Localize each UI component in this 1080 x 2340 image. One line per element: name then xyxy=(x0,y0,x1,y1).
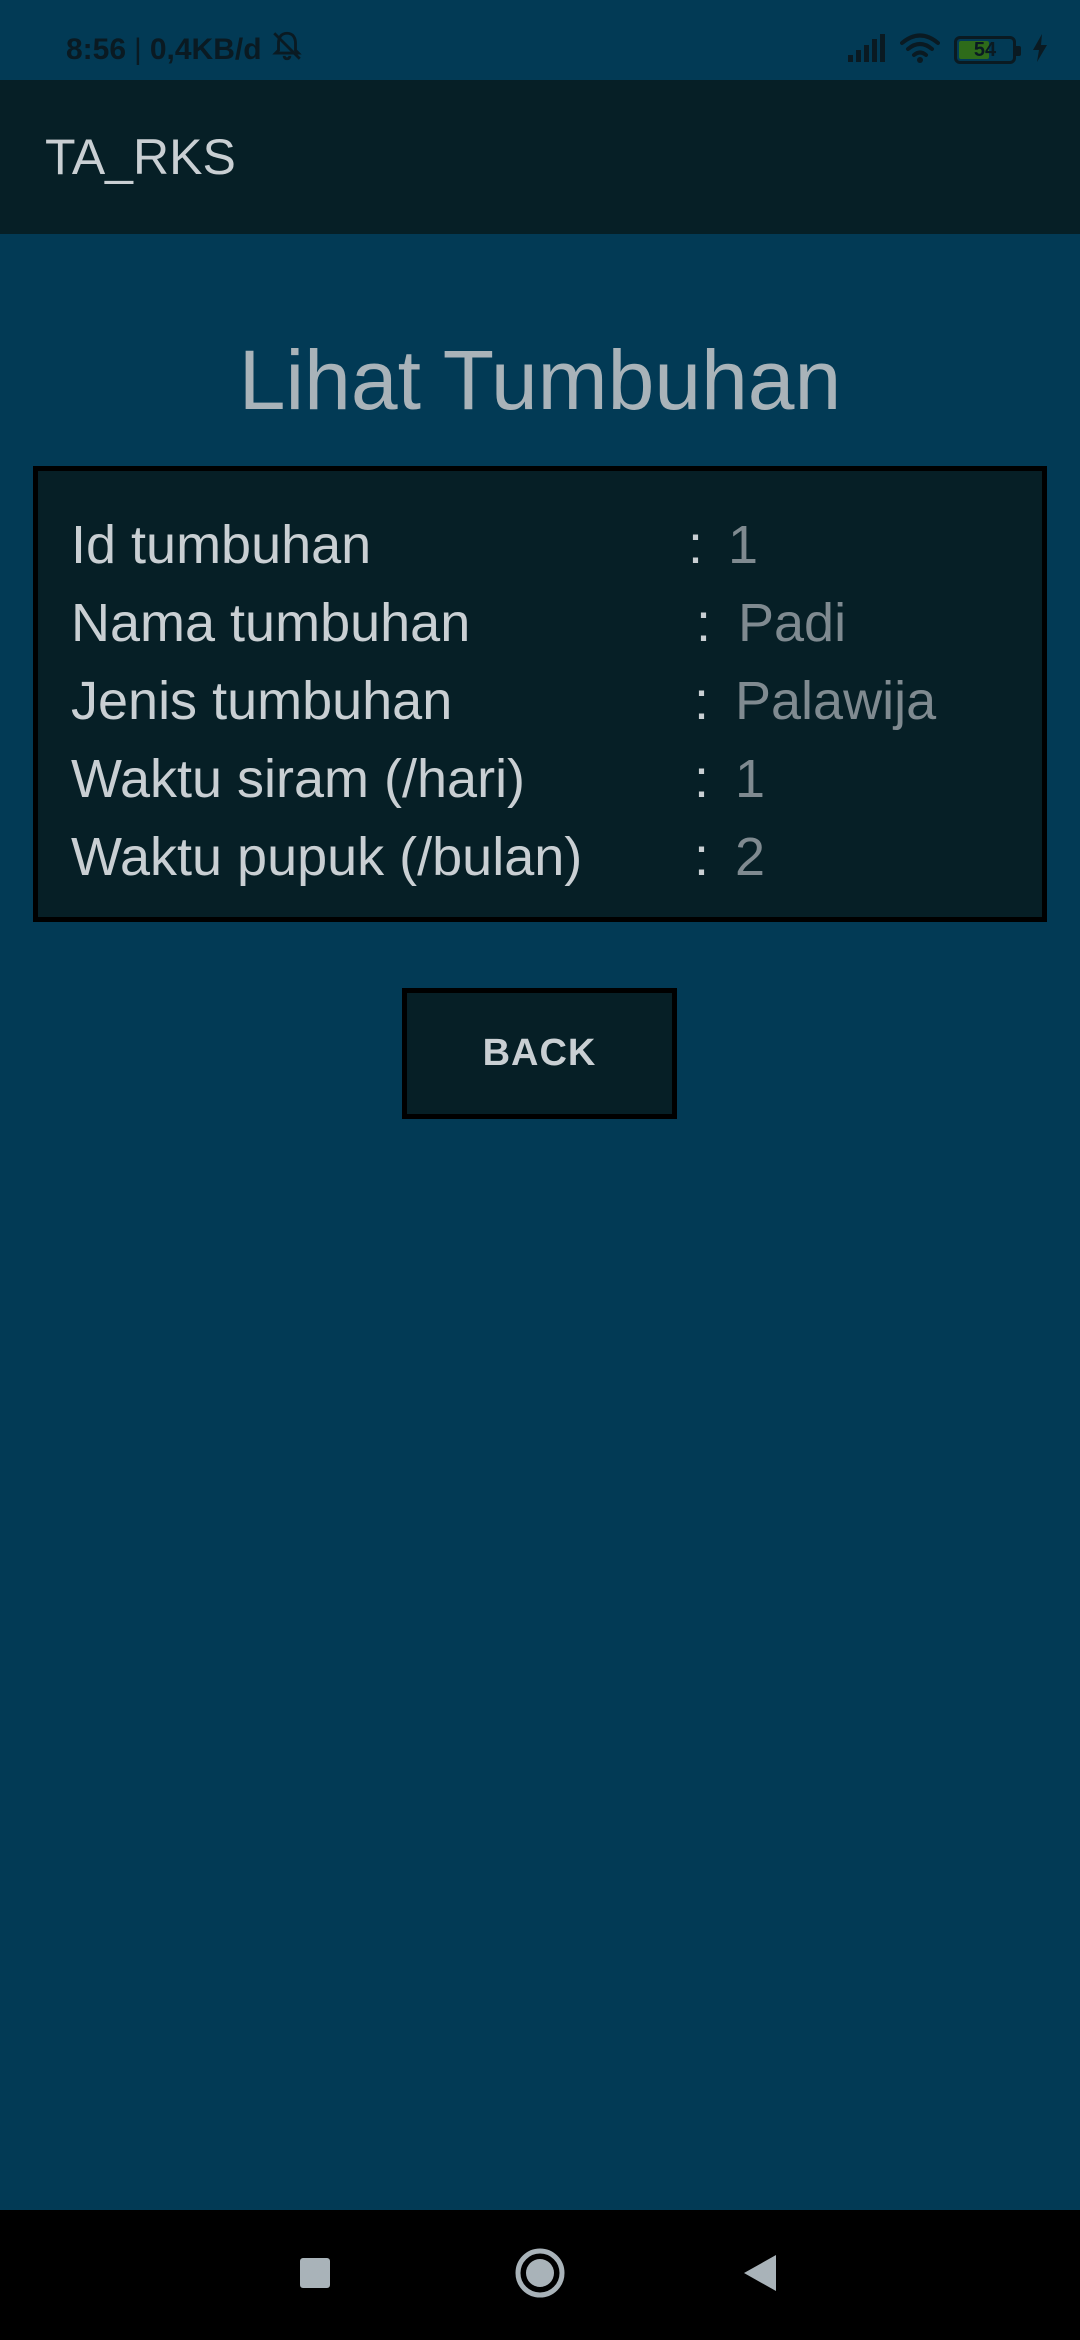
detail-colon: : xyxy=(694,671,710,731)
detail-row-watering: Waktu siram (/hari) : 1 xyxy=(38,740,1042,818)
app-title: TA_RKS xyxy=(45,129,236,185)
detail-row-name: Nama tumbuhan : Padi xyxy=(38,584,1042,662)
back-icon xyxy=(740,2252,780,2299)
app-bar: TA_RKS xyxy=(0,80,1080,234)
detail-colon: : xyxy=(688,515,704,575)
status-time: 8:56 xyxy=(66,33,127,66)
home-button[interactable] xyxy=(480,2210,600,2340)
detail-row-type: Jenis tumbuhan : Palawija xyxy=(38,662,1042,740)
detail-row-fertilizing: Waktu pupuk (/bulan) : 2 xyxy=(38,818,1042,896)
status-bar: 8:56 | 0,4KB/d 54 xyxy=(0,0,1080,80)
signal-icon xyxy=(846,33,886,68)
detail-row-id: Id tumbuhan : 1 xyxy=(38,506,1042,584)
detail-label: Nama tumbuhan xyxy=(71,593,471,653)
detail-colon: : xyxy=(694,827,710,887)
battery-icon: 54 xyxy=(954,36,1021,64)
status-left: 8:56 | 0,4KB/d xyxy=(66,28,304,72)
charging-icon xyxy=(1030,33,1050,68)
recent-apps-button[interactable] xyxy=(255,2210,375,2340)
detail-value: 2 xyxy=(735,827,766,887)
status-separator: | xyxy=(134,33,142,66)
navigation-bar xyxy=(0,2210,1080,2340)
detail-value: 1 xyxy=(735,749,766,809)
detail-label: Id tumbuhan xyxy=(71,515,372,575)
network-speed: 0,4KB/d xyxy=(149,33,262,66)
system-back-button[interactable] xyxy=(700,2210,820,2340)
bell-off-icon xyxy=(270,29,304,71)
detail-label: Waktu pupuk (/bulan) xyxy=(71,827,583,887)
detail-label: Jenis tumbuhan xyxy=(71,671,453,731)
home-icon xyxy=(513,2246,567,2305)
detail-value: 1 xyxy=(728,515,759,575)
wifi-icon xyxy=(900,32,940,69)
detail-value: Palawija xyxy=(735,671,937,731)
plant-details-card: Id tumbuhan : 1 Nama tumbuhan : Padi Jen… xyxy=(33,466,1047,922)
battery-level: 54 xyxy=(973,38,997,61)
detail-colon: : xyxy=(694,749,710,809)
page-title: Lihat Tumbuhan xyxy=(238,333,842,427)
back-button[interactable]: BACK xyxy=(402,988,677,1119)
recent-apps-icon xyxy=(298,2256,332,2295)
status-right: 54 xyxy=(846,28,1050,72)
detail-value: Padi xyxy=(738,593,847,653)
detail-label: Waktu siram (/hari) xyxy=(71,749,526,809)
detail-colon: : xyxy=(696,593,712,653)
battery-cap xyxy=(1016,46,1021,56)
